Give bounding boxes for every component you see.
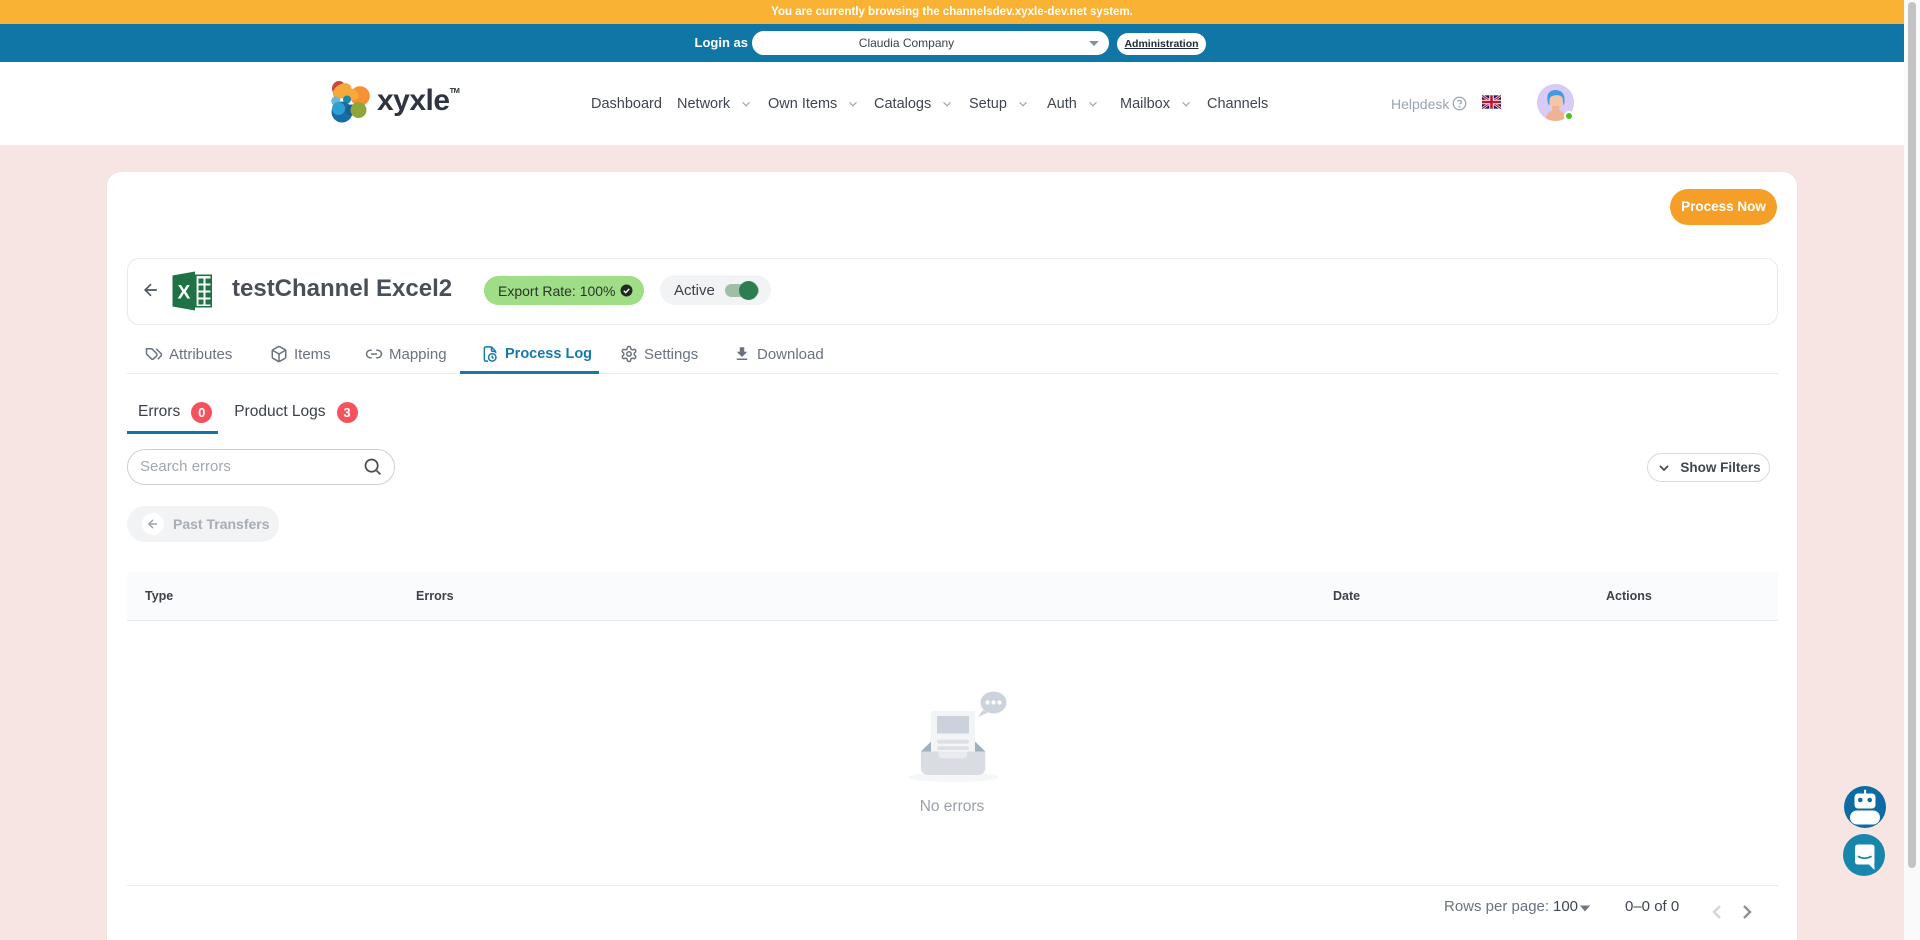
- svg-text:X: X: [178, 283, 191, 304]
